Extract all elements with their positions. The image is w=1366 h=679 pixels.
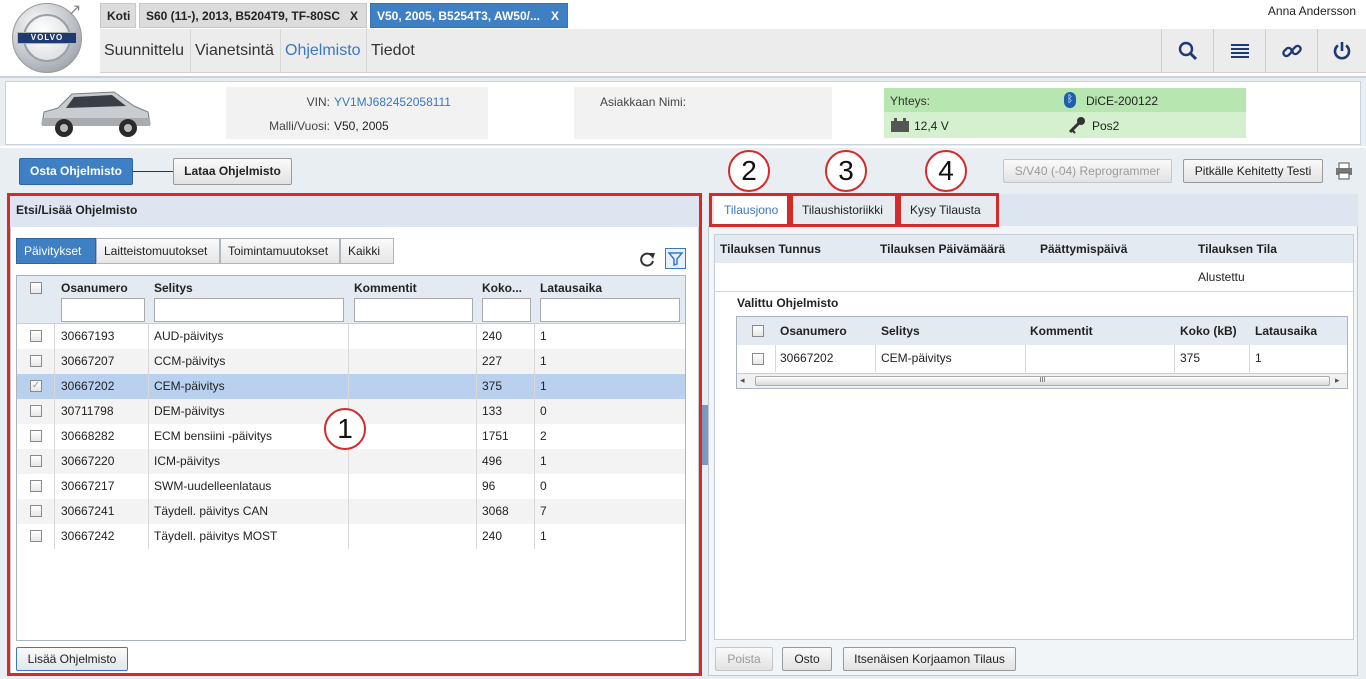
table-row[interactable]: 30667202 CEM-päivitys 375 1	[737, 345, 1347, 372]
buy-software-button[interactable]: Osta Ohjelmisto	[19, 158, 133, 185]
sel-description: CEM-päivitys	[881, 351, 952, 365]
nav-suunnittelu[interactable]: Suunnittelu	[100, 29, 191, 73]
sel-col-download-time[interactable]: Latausaika	[1255, 324, 1317, 338]
sel-col-description[interactable]: Selitys	[881, 324, 920, 338]
device-name: DiCE-200122	[1086, 94, 1159, 108]
scroll-thumb[interactable]: III	[755, 376, 1330, 386]
volvo-logo: VOLVO ↗	[12, 2, 82, 73]
selected-software-grid: Osanumero Selitys Kommentit Koko (kB) La…	[736, 316, 1348, 389]
col-end-date[interactable]: Päättymispäivä	[1040, 242, 1127, 256]
customer-label: Asiakkaan Nimi:	[600, 95, 687, 109]
main-nav: Suunnittelu Vianetsintä Ohjelmisto Tiedo…	[100, 29, 1366, 73]
sel-col-part-number[interactable]: Osanumero	[780, 324, 847, 338]
annotation-box-4	[898, 193, 999, 227]
selected-software-title: Valittu Ohjelmisto	[737, 296, 839, 310]
vin-label: VIN:	[306, 95, 330, 109]
order-grid: Tilauksen Tunnus Tilauksen Päivämäärä Pä…	[714, 234, 1354, 640]
selected-all-checkbox[interactable]	[752, 325, 764, 337]
nav-tiedot[interactable]: Tiedot	[367, 29, 421, 73]
extended-test-button[interactable]: Pitkälle Kehitetty Testi	[1183, 159, 1323, 183]
vehicle-info-bar: VIN: YV1MJ682452058111 Malli/Vuosi: V50,…	[0, 76, 1366, 146]
row-checkbox[interactable]	[752, 353, 764, 365]
nav-ohjelmisto[interactable]: Ohjelmisto	[281, 29, 367, 73]
print-icon[interactable]	[1335, 162, 1353, 180]
tab-v50[interactable]: V50, 2005, B5254T3, AW50/... X	[370, 3, 568, 28]
sel-download-time: 1	[1255, 351, 1262, 365]
tab-connector	[133, 171, 173, 172]
vin-value: YV1MJ682452058111	[334, 95, 451, 109]
power-icon[interactable]	[1317, 29, 1366, 73]
sel-col-comments[interactable]: Kommentit	[1030, 324, 1093, 338]
tab-home-label: Koti	[107, 9, 131, 23]
col-order-date[interactable]: Tilauksen Päivämäärä	[880, 242, 1005, 256]
annotation-box-3	[790, 193, 898, 227]
model-value: V50, 2005	[334, 119, 389, 133]
purchase-button[interactable]: Osto	[782, 647, 832, 671]
top-bar: VOLVO ↗ Koti S60 (11-), 2013, B5204T9, T…	[0, 0, 1366, 76]
tab-v50-label: V50, 2005, B5254T3, AW50/...	[377, 9, 540, 23]
tab-s60[interactable]: S60 (11-), 2013, B5204T9, TF-80SC X	[139, 3, 367, 28]
annotation-marker-4: 4	[925, 150, 967, 192]
list-icon[interactable]	[1213, 29, 1265, 73]
key-icon	[1068, 117, 1085, 134]
link-icon[interactable]	[1265, 29, 1317, 73]
delete-button[interactable]: Poista	[715, 647, 773, 671]
annotation-marker-3: 3	[825, 150, 867, 192]
annotation-box-2	[709, 193, 790, 227]
search-icon[interactable]	[1161, 29, 1213, 73]
annotation-marker-2: 2	[728, 150, 770, 192]
bluetooth-icon: ᛒ	[1064, 92, 1076, 108]
tab-home[interactable]: Koti	[100, 3, 136, 28]
scroll-left-icon[interactable]: ◂	[740, 375, 745, 386]
ignition-value: Pos2	[1092, 119, 1120, 133]
sel-col-size[interactable]: Koko (kB)	[1180, 324, 1237, 338]
logo-text: VOLVO	[17, 32, 77, 44]
annotation-marker-1: 1	[324, 408, 366, 450]
col-order-id[interactable]: Tilauksen Tunnus	[720, 242, 821, 256]
sel-size: 375	[1180, 351, 1201, 365]
independent-workshop-order-button[interactable]: Itsenäisen Korjaamon Tilaus	[843, 647, 1016, 671]
close-icon[interactable]: X	[350, 9, 358, 23]
download-software-button[interactable]: Lataa Ohjelmisto	[173, 158, 292, 185]
battery-icon	[891, 118, 909, 132]
nav-vianetsinta[interactable]: Vianetsintä	[191, 29, 281, 73]
sel-part-number: 30667202	[780, 351, 834, 365]
voltage-value: 12,4 V	[914, 119, 949, 133]
close-icon[interactable]: X	[551, 9, 559, 23]
horizontal-scrollbar[interactable]: ◂ III ▸	[737, 373, 1347, 388]
model-label: Malli/Vuosi:	[269, 119, 330, 133]
col-order-status[interactable]: Tilauksen Tila	[1198, 242, 1277, 256]
user-name[interactable]: Anna Andersson	[1268, 4, 1356, 18]
scroll-right-icon[interactable]: ▸	[1335, 375, 1340, 386]
reprogrammer-button[interactable]: S/V40 (-04) Reprogrammer	[1003, 159, 1172, 183]
order-status-value: Alustettu	[1198, 270, 1245, 284]
connection-label: Yhteys:	[890, 94, 931, 108]
vehicle-info-card: VIN: YV1MJ682452058111 Malli/Vuosi: V50,…	[5, 81, 1361, 145]
tab-s60-label: S60 (11-), 2013, B5204T9, TF-80SC	[146, 9, 341, 23]
order-divider	[715, 291, 1353, 292]
car-image	[41, 91, 151, 137]
